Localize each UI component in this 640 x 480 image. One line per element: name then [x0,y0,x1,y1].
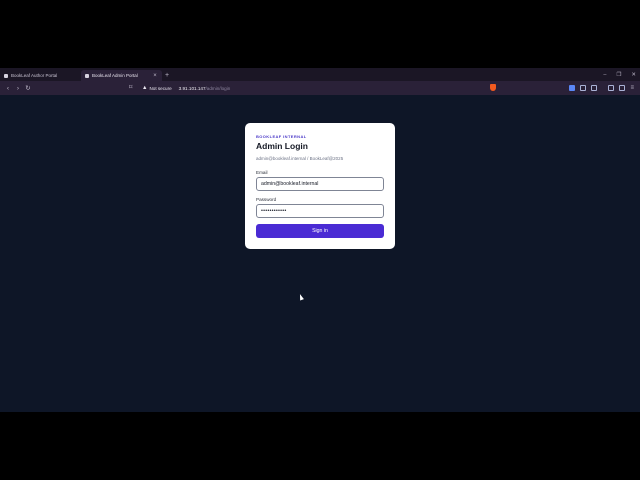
password-field[interactable]: •••••••••••• [256,204,384,218]
letterbox-bottom [0,412,640,480]
sign-in-button[interactable]: Sign in [256,224,384,238]
minimize-icon[interactable]: – [603,72,606,78]
bookleaf-favicon-icon [85,73,89,78]
tab-strip: BookLeaf Author Portal BookLeaf Admin Po… [0,68,640,81]
close-window-icon[interactable]: ✕ [631,72,636,78]
leo-icon[interactable] [619,85,626,91]
tab-title: BookLeaf Admin Portal [92,73,138,78]
reload-icon[interactable]: ↻ [23,84,33,92]
card-eyebrow: BOOKLEAF INTERNAL [256,134,307,139]
brave-shields-icon[interactable] [490,84,496,91]
tab-author-portal[interactable]: BookLeaf Author Portal [0,70,81,81]
restore-icon[interactable]: ❐ [616,72,621,78]
security-label[interactable]: Not secure [149,86,171,91]
credentials-hint: admin@bookleaf.internal / BookLeaf@2025 [256,156,344,161]
tab-title: BookLeaf Author Portal [11,73,58,78]
sidebar-icon[interactable] [608,85,615,91]
menu-icon[interactable]: ≡ [630,85,634,91]
reader-mode-icon[interactable] [580,85,587,91]
extension-icon[interactable] [569,85,576,91]
letterbox-top [0,0,640,68]
back-icon[interactable]: ‹ [3,85,13,92]
bookmark-icon[interactable]: ⌑ [129,83,132,91]
wallet-icon[interactable] [591,85,598,91]
browser-toolbar: ‹ › ↻ ⌑ ▲ Not secure 3.91.101.147/admin/… [0,81,640,95]
page-title: Admin Login [256,141,308,151]
warning-icon: ▲ [142,85,148,91]
url-host: 3.91.101.147 [178,85,206,91]
password-label: Password [256,197,277,202]
close-tab-icon[interactable]: × [152,73,158,79]
address-bar[interactable]: ▲ Not secure 3.91.101.147/admin/login [142,83,494,93]
email-field[interactable]: admin@bookleaf.internal [256,177,384,191]
tab-admin-portal[interactable]: BookLeaf Admin Portal × [81,70,162,81]
bookleaf-favicon-icon [4,73,8,78]
forward-icon[interactable]: › [13,85,23,92]
window-controls: – ❐ ✕ [603,68,636,81]
new-tab-icon[interactable]: + [165,72,169,79]
login-card: BOOKLEAF INTERNAL Admin Login admin@book… [245,123,395,249]
toolbar-actions: ≡ [569,83,634,93]
email-label: Email [256,170,268,175]
url-path: /admin/login [205,85,231,91]
